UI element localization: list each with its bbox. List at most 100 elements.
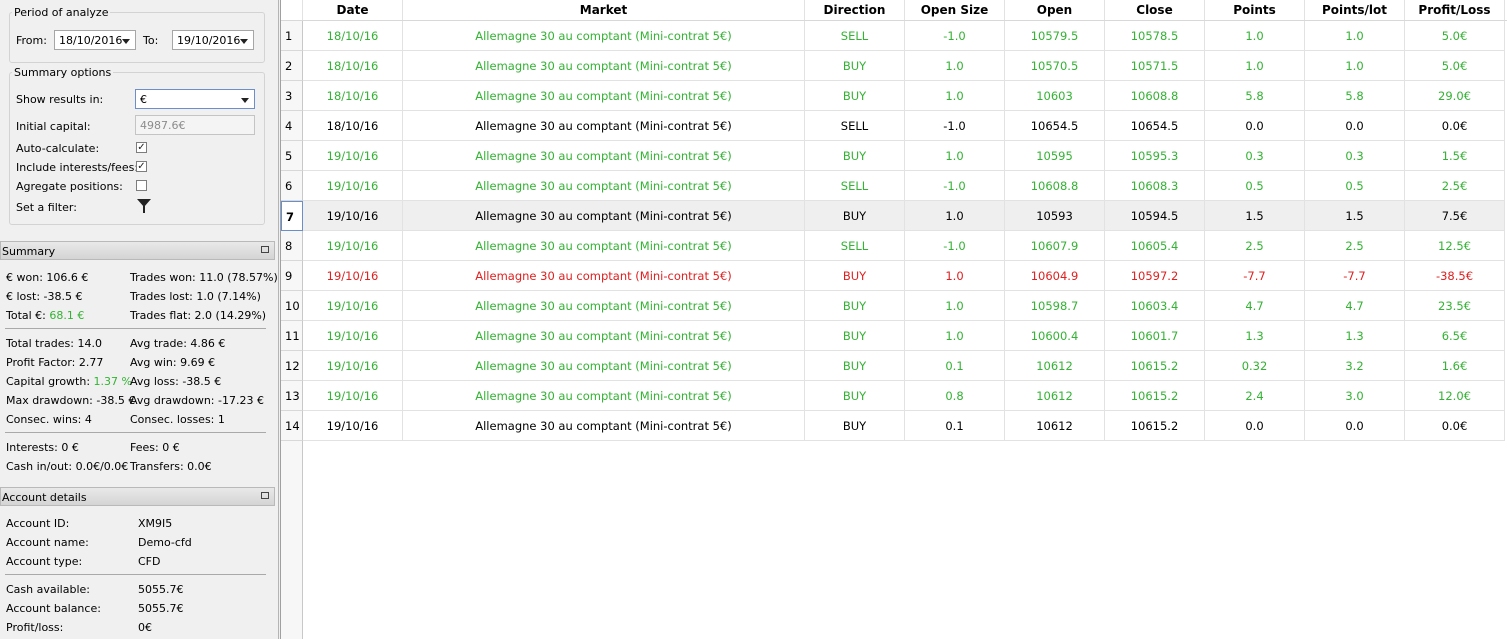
cell-market[interactable]: Allemagne 30 au comptant (Mini-contrat 5… bbox=[403, 81, 805, 111]
table-row[interactable]: 4 18/10/16 Allemagne 30 au comptant (Mini-… bbox=[281, 111, 1507, 141]
table-row[interactable]: 3 18/10/16 Allemagne 30 au comptant (Mini-… bbox=[281, 81, 1507, 111]
cell-points-per-lot[interactable]: 1.0 bbox=[1305, 51, 1405, 81]
cell-points-per-lot[interactable]: 1.5 bbox=[1305, 201, 1405, 231]
header-market[interactable]: Market bbox=[403, 0, 805, 20]
table-row[interactable]: 6 19/10/16 Allemagne 30 au comptant (Mini-… bbox=[281, 171, 1507, 201]
cell-date[interactable]: 19/10/16 bbox=[303, 291, 403, 321]
cell-profit-loss[interactable]: 0.0€ bbox=[1405, 411, 1505, 441]
cell-date[interactable]: 19/10/16 bbox=[303, 201, 403, 231]
cell-direction[interactable]: BUY bbox=[805, 261, 905, 291]
cell-market[interactable]: Allemagne 30 au comptant (Mini-contrat 5… bbox=[403, 51, 805, 81]
cell-market[interactable]: Allemagne 30 au comptant (Mini-contrat 5… bbox=[403, 111, 805, 141]
cell-profit-loss[interactable]: 5.0€ bbox=[1405, 21, 1505, 51]
cell-direction[interactable]: BUY bbox=[805, 321, 905, 351]
table-row[interactable]: 1 18/10/16 Allemagne 30 au comptant (Mini-… bbox=[281, 21, 1507, 51]
cell-market[interactable]: Allemagne 30 au comptant (Mini-contrat 5… bbox=[403, 411, 805, 441]
cell-profit-loss[interactable]: 12.0€ bbox=[1405, 381, 1505, 411]
cell-direction[interactable]: BUY bbox=[805, 51, 905, 81]
cell-points[interactable]: 0.0 bbox=[1205, 411, 1305, 441]
float-window-icon[interactable] bbox=[261, 246, 269, 253]
header-direction[interactable]: Direction bbox=[805, 0, 905, 20]
cell-points[interactable]: 1.3 bbox=[1205, 321, 1305, 351]
cell-market[interactable]: Allemagne 30 au comptant (Mini-contrat 5… bbox=[403, 231, 805, 261]
cell-points[interactable]: 1.0 bbox=[1205, 21, 1305, 51]
cell-direction[interactable]: BUY bbox=[805, 291, 905, 321]
cell-close[interactable]: 10615.2 bbox=[1105, 351, 1205, 381]
cell-direction[interactable]: SELL bbox=[805, 111, 905, 141]
cell-open-size[interactable]: 0.8 bbox=[905, 381, 1005, 411]
cell-points-per-lot[interactable]: 3.0 bbox=[1305, 381, 1405, 411]
table-row[interactable]: 7 19/10/16 Allemagne 30 au comptant (Mini-… bbox=[281, 201, 1507, 231]
cell-direction[interactable]: SELL bbox=[805, 21, 905, 51]
cell-market[interactable]: Allemagne 30 au comptant (Mini-contrat 5… bbox=[403, 171, 805, 201]
cell-profit-loss[interactable]: -38.5€ bbox=[1405, 261, 1505, 291]
cell-market[interactable]: Allemagne 30 au comptant (Mini-contrat 5… bbox=[403, 21, 805, 51]
cell-market[interactable]: Allemagne 30 au comptant (Mini-contrat 5… bbox=[403, 351, 805, 381]
cell-profit-loss[interactable]: 23.5€ bbox=[1405, 291, 1505, 321]
cell-open[interactable]: 10593 bbox=[1005, 201, 1105, 231]
table-row[interactable]: 11 19/10/16 Allemagne 30 au comptant (Mini… bbox=[281, 321, 1507, 351]
corner-cell[interactable] bbox=[281, 0, 303, 20]
cell-date[interactable]: 19/10/16 bbox=[303, 321, 403, 351]
cell-points[interactable]: 2.4 bbox=[1205, 381, 1305, 411]
cell-points-per-lot[interactable]: 3.2 bbox=[1305, 351, 1405, 381]
cell-direction[interactable]: BUY bbox=[805, 81, 905, 111]
cell-close[interactable]: 10615.2 bbox=[1105, 381, 1205, 411]
cell-profit-loss[interactable]: 7.5€ bbox=[1405, 201, 1505, 231]
cell-points-per-lot[interactable]: 1.3 bbox=[1305, 321, 1405, 351]
cell-open[interactable]: 10654.5 bbox=[1005, 111, 1105, 141]
cell-open-size[interactable]: 1.0 bbox=[905, 51, 1005, 81]
cell-market[interactable]: Allemagne 30 au comptant (Mini-contrat 5… bbox=[403, 201, 805, 231]
cell-profit-loss[interactable]: 1.5€ bbox=[1405, 141, 1505, 171]
cell-open[interactable]: 10598.7 bbox=[1005, 291, 1105, 321]
aggregate-checkbox[interactable] bbox=[136, 180, 147, 191]
row-number[interactable]: 8 bbox=[281, 231, 303, 261]
table-row[interactable]: 9 19/10/16 Allemagne 30 au comptant (Mini-… bbox=[281, 261, 1507, 291]
cell-open-size[interactable]: 1.0 bbox=[905, 261, 1005, 291]
cell-points-per-lot[interactable]: 2.5 bbox=[1305, 231, 1405, 261]
cell-open-size[interactable]: 0.1 bbox=[905, 351, 1005, 381]
cell-open[interactable]: 10608.8 bbox=[1005, 171, 1105, 201]
cell-points[interactable]: 4.7 bbox=[1205, 291, 1305, 321]
cell-close[interactable]: 10594.5 bbox=[1105, 201, 1205, 231]
cell-open-size[interactable]: 1.0 bbox=[905, 141, 1005, 171]
cell-points-per-lot[interactable]: 4.7 bbox=[1305, 291, 1405, 321]
cell-close[interactable]: 10615.2 bbox=[1105, 411, 1205, 441]
table-row[interactable]: 10 19/10/16 Allemagne 30 au comptant (Mini… bbox=[281, 291, 1507, 321]
cell-open[interactable]: 10600.4 bbox=[1005, 321, 1105, 351]
cell-points[interactable]: -7.7 bbox=[1205, 261, 1305, 291]
cell-close[interactable]: 10595.3 bbox=[1105, 141, 1205, 171]
cell-direction[interactable]: BUY bbox=[805, 201, 905, 231]
cell-open[interactable]: 10607.9 bbox=[1005, 231, 1105, 261]
cell-market[interactable]: Allemagne 30 au comptant (Mini-contrat 5… bbox=[403, 261, 805, 291]
cell-points[interactable]: 2.5 bbox=[1205, 231, 1305, 261]
cell-points-per-lot[interactable]: 0.3 bbox=[1305, 141, 1405, 171]
cell-direction[interactable]: BUY bbox=[805, 141, 905, 171]
cell-close[interactable]: 10608.3 bbox=[1105, 171, 1205, 201]
cell-date[interactable]: 19/10/16 bbox=[303, 141, 403, 171]
cell-date[interactable]: 19/10/16 bbox=[303, 381, 403, 411]
cell-open-size[interactable]: -1.0 bbox=[905, 171, 1005, 201]
cell-date[interactable]: 19/10/16 bbox=[303, 351, 403, 381]
cell-points[interactable]: 5.8 bbox=[1205, 81, 1305, 111]
float-window-icon[interactable] bbox=[261, 492, 269, 499]
cell-points[interactable]: 0.5 bbox=[1205, 171, 1305, 201]
cell-open[interactable]: 10612 bbox=[1005, 411, 1105, 441]
header-points[interactable]: Points bbox=[1205, 0, 1305, 20]
cell-points-per-lot[interactable]: 0.5 bbox=[1305, 171, 1405, 201]
cell-date[interactable]: 18/10/16 bbox=[303, 21, 403, 51]
cell-open[interactable]: 10612 bbox=[1005, 351, 1105, 381]
cell-direction[interactable]: SELL bbox=[805, 231, 905, 261]
table-row[interactable]: 12 19/10/16 Allemagne 30 au comptant (Mini… bbox=[281, 351, 1507, 381]
cell-open-size[interactable]: 1.0 bbox=[905, 201, 1005, 231]
header-open-size[interactable]: Open Size bbox=[905, 0, 1005, 20]
cell-market[interactable]: Allemagne 30 au comptant (Mini-contrat 5… bbox=[403, 381, 805, 411]
cell-direction[interactable]: BUY bbox=[805, 381, 905, 411]
cell-open-size[interactable]: 1.0 bbox=[905, 81, 1005, 111]
cell-close[interactable]: 10654.5 bbox=[1105, 111, 1205, 141]
table-row[interactable]: 2 18/10/16 Allemagne 30 au comptant (Mini-… bbox=[281, 51, 1507, 81]
cell-date[interactable]: 18/10/16 bbox=[303, 51, 403, 81]
cell-date[interactable]: 19/10/16 bbox=[303, 261, 403, 291]
cell-points[interactable]: 0.32 bbox=[1205, 351, 1305, 381]
cell-direction[interactable]: BUY bbox=[805, 411, 905, 441]
